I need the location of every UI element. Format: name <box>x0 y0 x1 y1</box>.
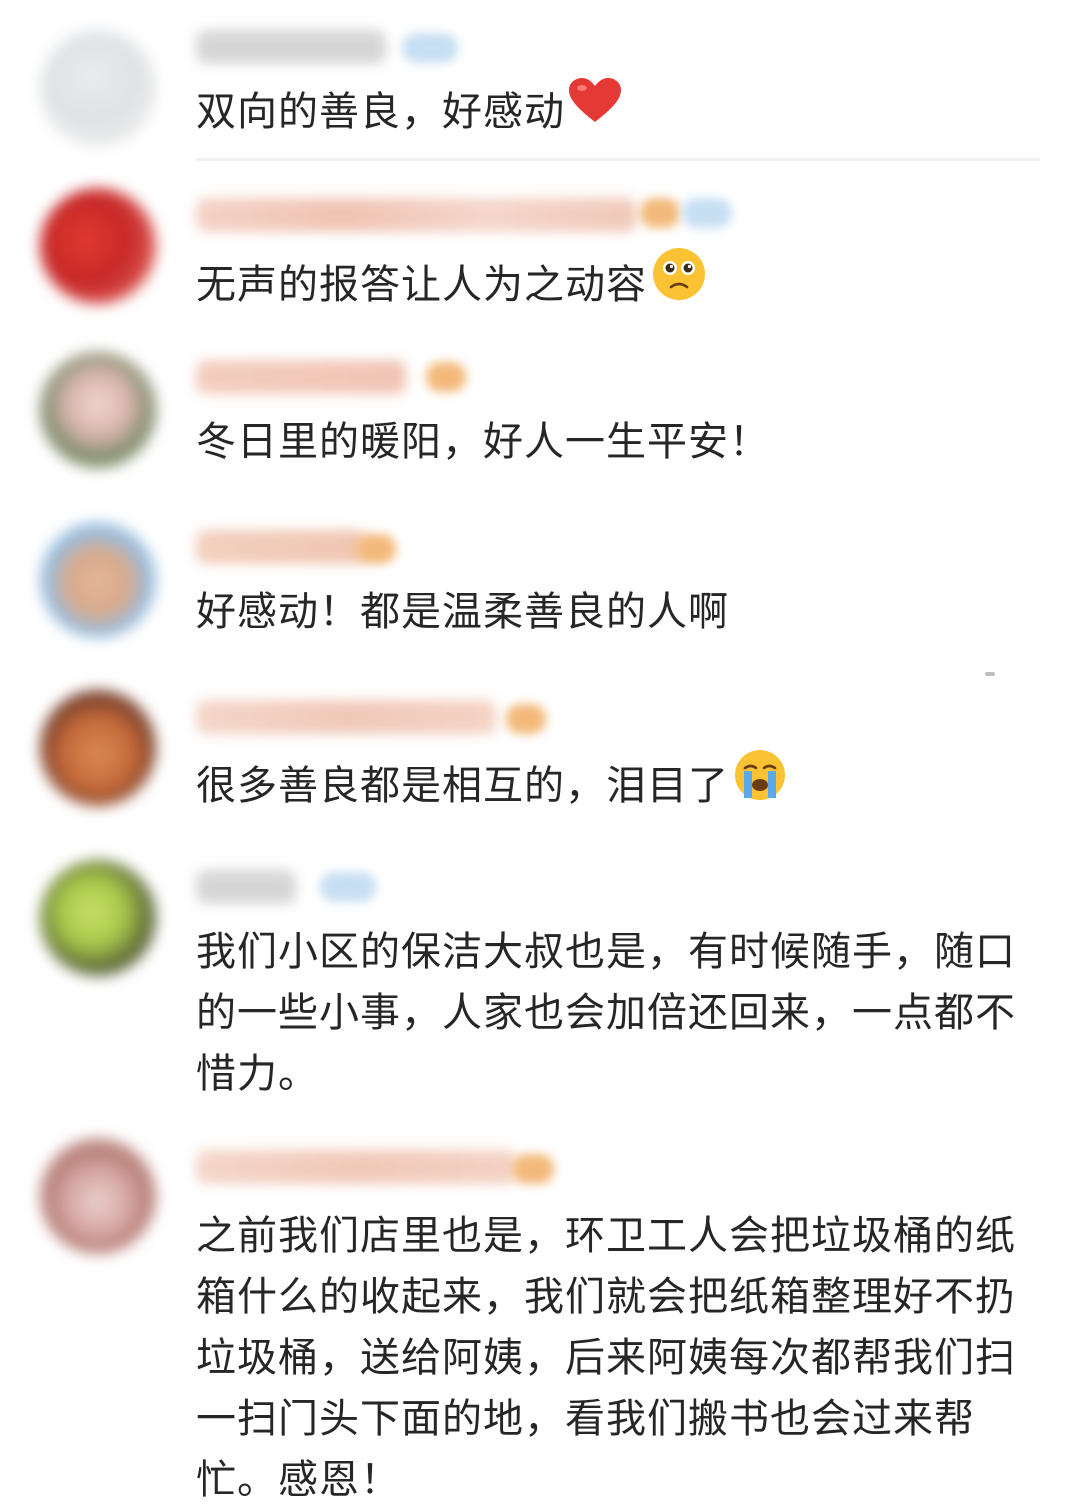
pleading-face-icon <box>651 246 707 320</box>
divider <box>196 158 1040 161</box>
comment-text: 冬日里的暖阳，好人一生平安！ <box>196 412 1046 473</box>
comment-text-content: 之前我们店里也是，环卫工人会把垃圾桶的纸箱什么的收起来，我们就会把纸箱整理好不扔… <box>196 1213 1016 1503</box>
comment-text: 很多善良都是相互的，泪目了 <box>196 750 1046 824</box>
username[interactable] <box>196 700 496 734</box>
avatar[interactable] <box>40 30 156 146</box>
username[interactable] <box>196 198 636 232</box>
username[interactable] <box>196 870 296 904</box>
user-badge-icon <box>506 704 546 734</box>
comment-text-content: 好感动！都是温柔善良的人啊 <box>196 589 729 635</box>
comment-text: 好感动！都是温柔善良的人啊 <box>196 582 1046 643</box>
user-badge-icon <box>512 1154 554 1184</box>
comment-text-content: 很多善良都是相互的，泪目了 <box>196 763 729 809</box>
avatar[interactable] <box>40 522 156 638</box>
username[interactable] <box>196 530 366 564</box>
user-badge-icon <box>682 198 732 228</box>
crying-face-icon <box>733 748 787 820</box>
comment-text: 我们小区的保洁大叔也是，有时候随手，随口的一些小事，人家也会加倍还回来，一点都不… <box>196 922 1046 1105</box>
more-indicator <box>985 672 995 676</box>
avatar[interactable] <box>40 188 156 304</box>
comment-text-content: 无声的报答让人为之动容 <box>196 262 647 308</box>
comment-text-content: 双向的善良，好感动 <box>196 89 565 135</box>
avatar[interactable] <box>40 1138 156 1254</box>
comment-text: 双向的善良，好感动 <box>196 78 1046 146</box>
user-badge-icon <box>640 198 680 228</box>
comment-text-content: 冬日里的暖阳，好人一生平安！ <box>196 419 770 465</box>
user-badge-icon <box>356 534 396 564</box>
avatar[interactable] <box>40 690 156 806</box>
username[interactable] <box>196 360 406 394</box>
user-badge-icon <box>320 872 376 902</box>
user-badge-icon <box>426 362 466 392</box>
heart-icon <box>569 78 621 142</box>
comment-text: 无声的报答让人为之动容 <box>196 248 1046 324</box>
user-badge-icon <box>402 33 458 63</box>
username[interactable] <box>196 1150 516 1184</box>
comment-text-content: 我们小区的保洁大叔也是，有时候随手，随口的一些小事，人家也会加倍还回来，一点都不… <box>196 929 1016 1097</box>
username[interactable] <box>196 30 386 64</box>
avatar[interactable] <box>40 352 156 468</box>
comment-text: 之前我们店里也是，环卫工人会把垃圾桶的纸箱什么的收起来，我们就会把纸箱整理好不扔… <box>196 1206 1046 1511</box>
avatar[interactable] <box>40 860 156 976</box>
